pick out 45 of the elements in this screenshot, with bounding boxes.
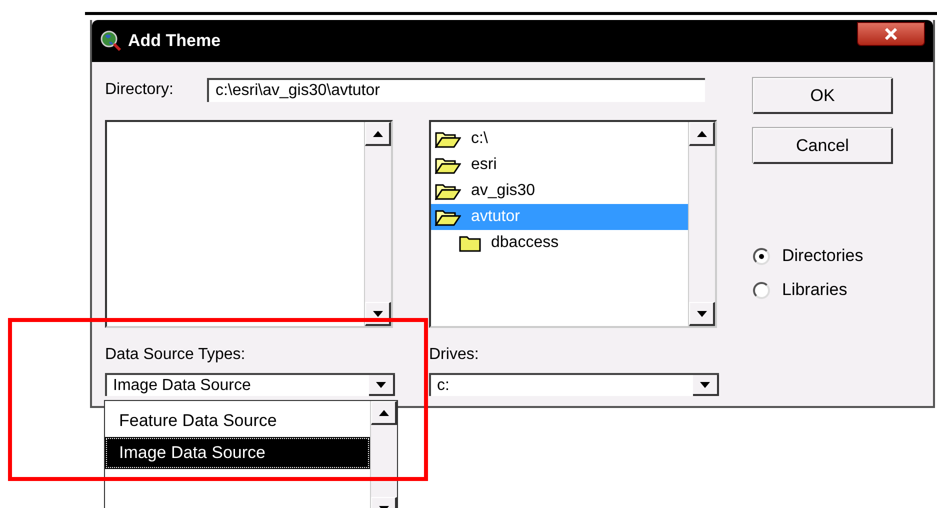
dropdown-arrow-button[interactable]: [369, 375, 395, 396]
globe-magnifier-icon: [100, 30, 122, 52]
folder-name: c:\: [471, 130, 488, 148]
dialog-button[interactable]: OK: [753, 78, 893, 114]
data-source-types-label: Data Source Types:: [105, 346, 246, 364]
scroll-up-button[interactable]: [365, 122, 391, 146]
up-triangle-icon: [378, 410, 388, 416]
radio-label: Libraries: [782, 280, 848, 300]
dialog-button[interactable]: Cancel: [753, 128, 893, 164]
window-title: Add Theme: [128, 31, 221, 51]
file-list[interactable]: [105, 120, 393, 328]
folder-list[interactable]: c:\ esri av_gis30 avtutor dbaccess: [429, 120, 717, 328]
directory-label: Directory:: [105, 81, 174, 99]
down-triangle-icon: [696, 310, 706, 316]
folder-name: dbaccess: [491, 234, 559, 252]
drives-label: Drives:: [429, 346, 480, 364]
folder-item[interactable]: c:\: [431, 126, 688, 152]
folder-item[interactable]: esri: [431, 152, 688, 178]
directory-field[interactable]: c:\esri\av_gis30\avtutor: [207, 78, 706, 102]
close-icon: [884, 28, 898, 40]
dropdown-option[interactable]: Feature Data Source: [105, 405, 370, 437]
folder-item[interactable]: av_gis30: [431, 178, 688, 204]
scroll-down-button[interactable]: [689, 302, 715, 326]
folder-name: av_gis30: [471, 182, 536, 200]
dropdown-option[interactable]: Image Data Source: [105, 437, 370, 469]
down-triangle-icon: [372, 310, 382, 316]
scrollbar[interactable]: [364, 122, 391, 326]
close-button[interactable]: [857, 22, 925, 46]
scroll-up-button[interactable]: [371, 401, 397, 425]
up-triangle-icon: [372, 130, 382, 136]
scroll-up-button[interactable]: [689, 122, 715, 146]
up-triangle-icon: [696, 130, 706, 136]
scrollbar[interactable]: [688, 122, 715, 326]
folder-item[interactable]: dbaccess: [431, 230, 688, 256]
scrollbar[interactable]: [370, 401, 397, 508]
down-triangle-icon: [376, 382, 386, 388]
folder-name: avtutor: [471, 208, 520, 226]
radio-button[interactable]: [753, 248, 770, 264]
radio-label: Directories: [782, 246, 864, 266]
drives-dropdown[interactable]: c:: [429, 373, 719, 396]
down-triangle-icon: [700, 382, 710, 388]
radio-button[interactable]: [753, 282, 770, 298]
folder-name: esri: [471, 156, 497, 174]
data-source-types-dropdown[interactable]: Image Data Source: [105, 373, 395, 396]
dropdown-arrow-button[interactable]: [693, 375, 719, 396]
